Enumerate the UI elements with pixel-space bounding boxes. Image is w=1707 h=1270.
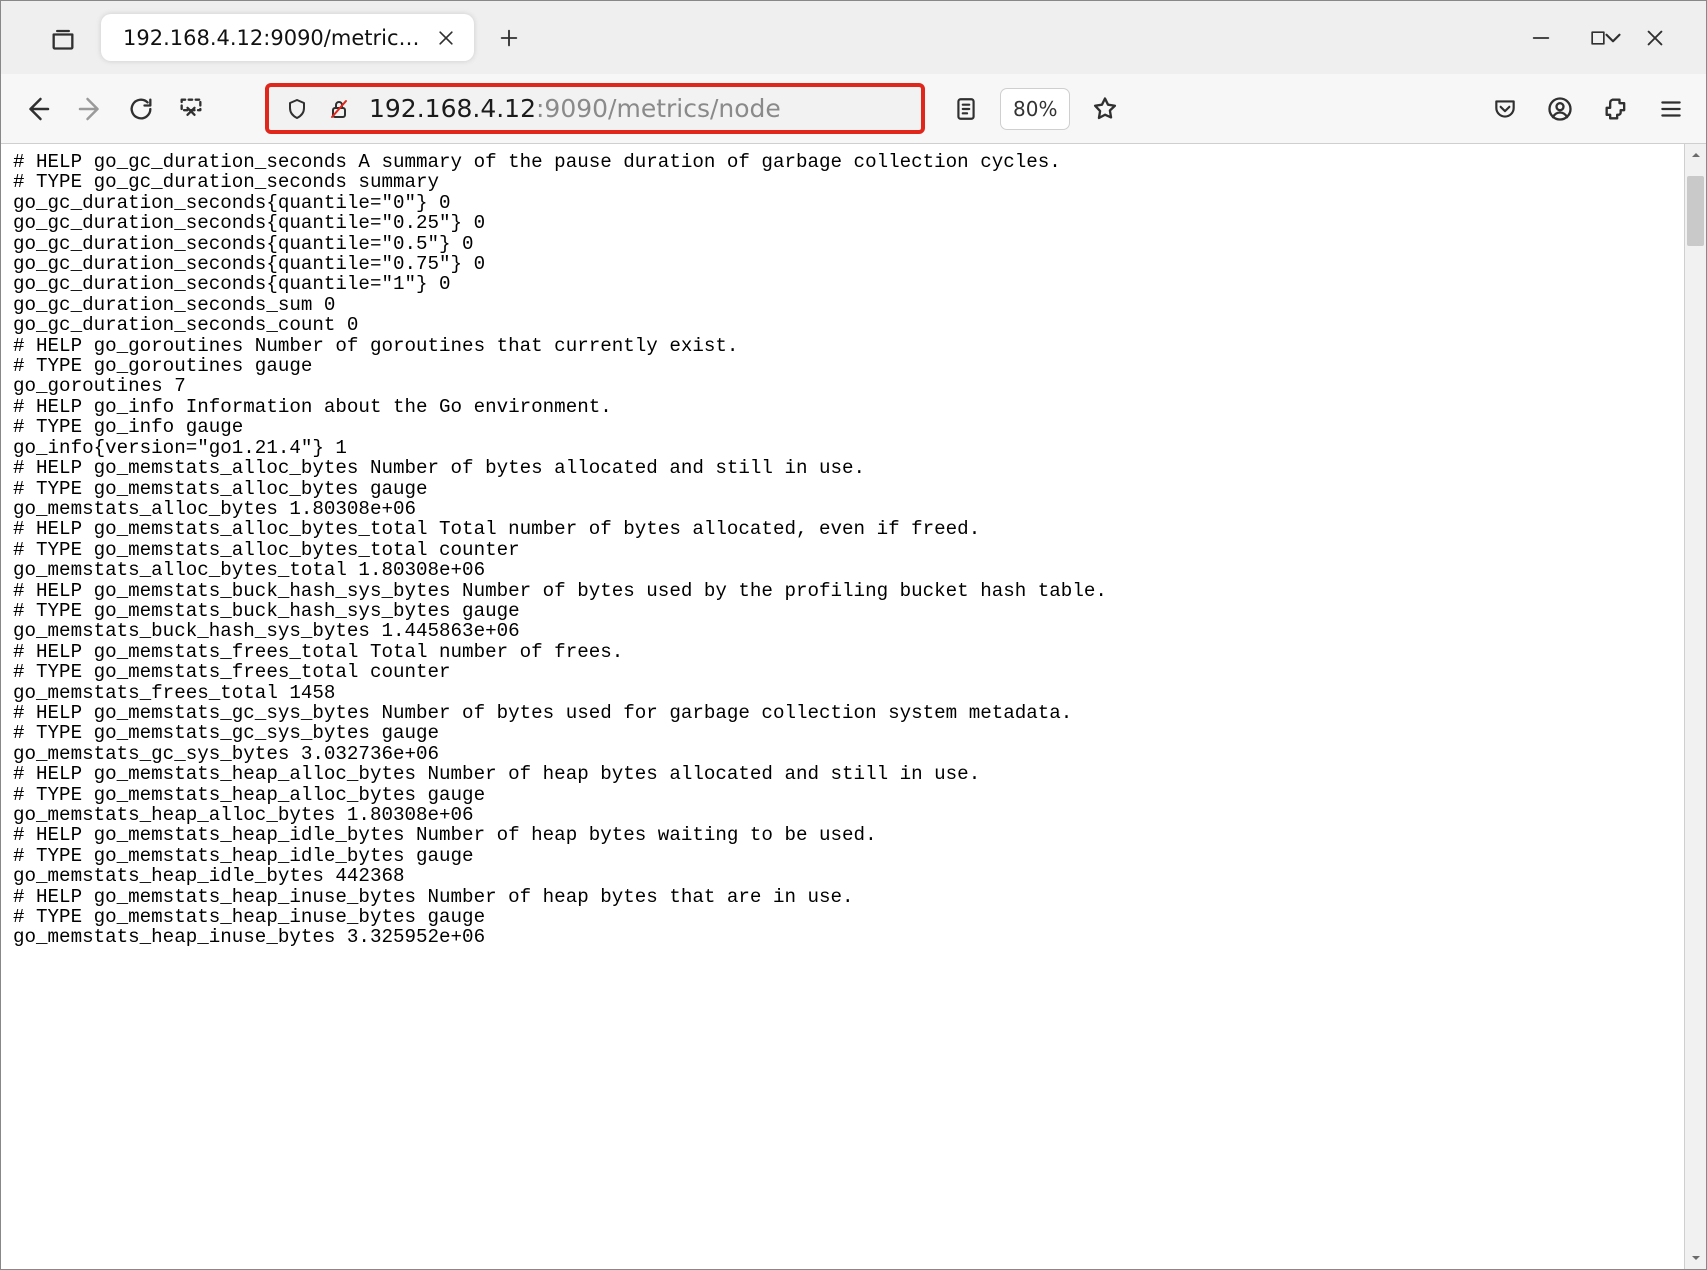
recent-browsing-button[interactable] — [35, 24, 91, 52]
nav-toolbar: 192.168.4.12:9090/metrics/node 80% — [1, 74, 1706, 144]
toolbar-far-right — [1492, 95, 1684, 123]
zoom-level-badge[interactable]: 80% — [1001, 89, 1069, 129]
toolbar-page-actions: 80% — [953, 89, 1119, 129]
bookmark-star-button[interactable] — [1091, 95, 1119, 123]
tracking-protection-icon[interactable] — [285, 97, 309, 121]
pocket-button[interactable] — [1492, 96, 1518, 122]
reader-mode-button[interactable] — [953, 96, 979, 122]
address-bar-container: 192.168.4.12:9090/metrics/node — [265, 83, 925, 134]
app-menu-button[interactable] — [1658, 96, 1684, 122]
maximize-button[interactable] — [1588, 28, 1608, 48]
new-tab-button[interactable] — [489, 18, 529, 58]
window-controls — [1530, 1, 1698, 74]
vertical-scrollbar[interactable] — [1684, 144, 1706, 1269]
close-window-button[interactable] — [1644, 27, 1666, 49]
forward-button[interactable] — [75, 94, 105, 124]
tab-title: 192.168.4.12:9090/metrics/node — [123, 26, 422, 50]
reload-button[interactable] — [127, 95, 155, 123]
account-button[interactable] — [1546, 95, 1574, 123]
screenshot-tool-button[interactable] — [177, 95, 205, 123]
close-tab-button[interactable] — [436, 28, 456, 48]
active-tab[interactable]: 192.168.4.12:9090/metrics/node — [101, 14, 474, 61]
scroll-track[interactable] — [1685, 166, 1706, 1247]
back-button[interactable] — [23, 94, 53, 124]
address-text: 192.168.4.12:9090/metrics/node — [369, 94, 781, 123]
address-path: :9090/metrics/node — [536, 94, 781, 123]
content-area: # HELP go_gc_duration_seconds A summary … — [1, 144, 1706, 1269]
insecure-lock-icon[interactable] — [327, 97, 351, 121]
minimize-button[interactable] — [1530, 27, 1552, 49]
tab-strip: 192.168.4.12:9090/metrics/node — [1, 1, 1706, 74]
address-host: 192.168.4.12 — [369, 94, 536, 123]
scroll-down-icon[interactable] — [1685, 1247, 1706, 1269]
scroll-thumb[interactable] — [1687, 176, 1704, 246]
extensions-button[interactable] — [1602, 95, 1630, 123]
address-bar[interactable]: 192.168.4.12:9090/metrics/node — [265, 83, 925, 134]
scroll-up-icon[interactable] — [1685, 144, 1706, 166]
metrics-text[interactable]: # HELP go_gc_duration_seconds A summary … — [1, 144, 1684, 1269]
